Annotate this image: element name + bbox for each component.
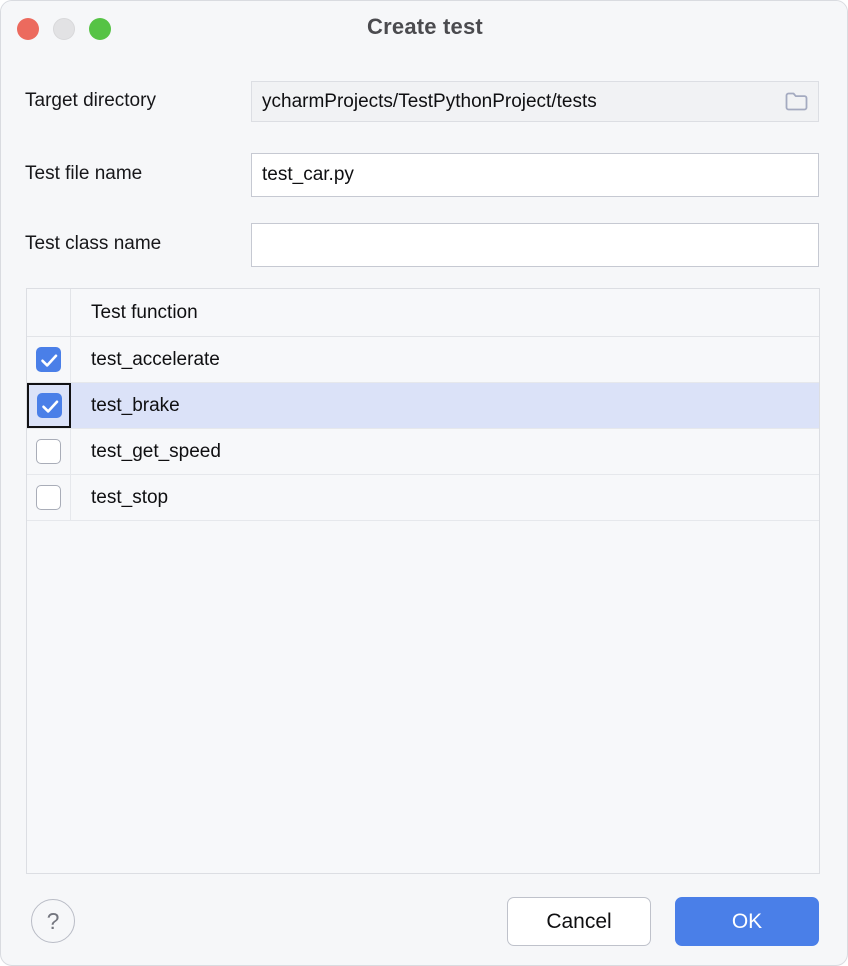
help-button[interactable]: ?: [31, 899, 75, 943]
table-row[interactable]: test_accelerate: [27, 337, 819, 383]
column-header-checkbox[interactable]: [27, 289, 71, 336]
test-function-name: test_accelerate: [91, 348, 220, 370]
table-empty-area: [27, 521, 819, 873]
row-checkbox-cell[interactable]: [27, 475, 71, 520]
target-directory-value: ycharmProjects/TestPythonProject/tests: [262, 90, 597, 112]
row-checkbox-cell[interactable]: [27, 337, 71, 382]
test-file-name-label: Test file name: [25, 163, 143, 184]
test-function-name: test_brake: [91, 394, 180, 416]
test-class-name-field[interactable]: [251, 223, 819, 267]
table-body: test_accelerate test_brake test_get_speedt…: [27, 337, 819, 521]
column-header-test-function[interactable]: Test function: [71, 302, 198, 324]
row-checkbox-cell[interactable]: [27, 429, 71, 474]
checkbox-checked-icon[interactable]: [36, 393, 62, 418]
table-row[interactable]: test_stop: [27, 475, 819, 521]
target-directory-label: Target directory: [25, 90, 156, 111]
checkbox-checked-icon[interactable]: [36, 347, 61, 372]
test-function-name: test_stop: [91, 486, 169, 508]
test-function-name: test_get_speed: [91, 440, 221, 462]
target-directory-field[interactable]: ycharmProjects/TestPythonProject/tests: [251, 81, 819, 122]
table-row[interactable]: test_get_speed: [27, 429, 819, 475]
create-test-dialog: Create test Target directory ycharmProje…: [0, 0, 848, 966]
checkbox-unchecked-icon[interactable]: [36, 439, 61, 464]
test-function-table: Test function test_accelerate test_brake t…: [26, 288, 820, 874]
table-row[interactable]: test_brake: [27, 383, 819, 429]
test-class-name-label: Test class name: [25, 233, 162, 254]
table-header-row: Test function: [27, 289, 819, 337]
cancel-button[interactable]: Cancel: [507, 897, 651, 946]
row-checkbox-cell[interactable]: [27, 383, 71, 428]
ok-button[interactable]: OK: [675, 897, 819, 946]
folder-icon[interactable]: [784, 91, 808, 113]
test-file-name-value: test_car.py: [262, 164, 354, 185]
title-bar: Create test: [1, 1, 847, 57]
test-file-name-field[interactable]: test_car.py: [251, 153, 819, 197]
checkbox-unchecked-icon[interactable]: [36, 485, 61, 510]
dialog-title: Create test: [367, 14, 483, 39]
